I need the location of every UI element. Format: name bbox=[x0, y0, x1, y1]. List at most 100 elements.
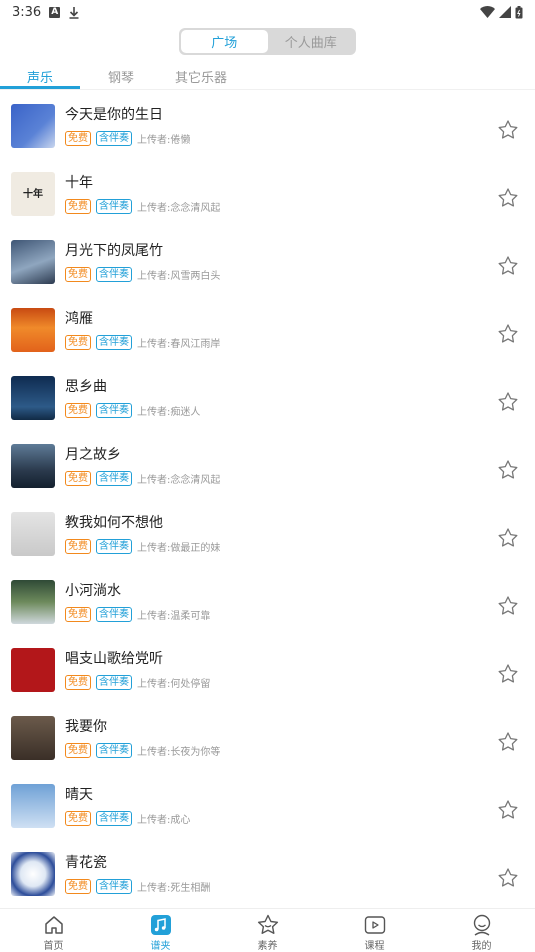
nav-music-folder-label: 谱夹 bbox=[150, 941, 171, 952]
song-title: 唱支山歌给党听 bbox=[65, 651, 163, 667]
song-title: 鸿雁 bbox=[65, 311, 93, 327]
song-uploader: 上传者:死生相酬 bbox=[137, 883, 211, 894]
song-uploader: 上传者:风雪两白头 bbox=[137, 271, 221, 282]
course-play-icon bbox=[364, 916, 385, 934]
favorite-star-icon[interactable] bbox=[497, 255, 519, 277]
free-tag: 免费 bbox=[65, 607, 91, 622]
free-tag: 免费 bbox=[65, 675, 91, 690]
song-row[interactable]: 晴天免费 含伴奏 上传者:成心 bbox=[0, 776, 535, 844]
a-icon: A bbox=[49, 6, 61, 18]
song-row[interactable]: 月之故乡 免费 含伴奏 上传者:念念清风起 bbox=[0, 436, 535, 504]
favorite-star-icon[interactable] bbox=[497, 527, 519, 549]
song-row[interactable]: 十年 十年 免费 含伴奏 上传者:念念清风起 bbox=[0, 164, 535, 232]
song-uploader: 上传者:做最正的妹 bbox=[137, 543, 221, 554]
song-tags: 免费 含伴奏 上传者:长夜为你等 bbox=[65, 743, 220, 758]
song-uploader: 上传者:念念清风起 bbox=[137, 203, 221, 214]
accompaniment-tag: 含伴奏 bbox=[96, 811, 132, 826]
song-cover-image bbox=[11, 512, 55, 556]
song-row[interactable]: 今天是你的生日 免费 含伴奏 上传者:倦懒 bbox=[0, 96, 535, 164]
free-tag: 免费 bbox=[65, 471, 91, 486]
song-row[interactable]: 思乡曲 免费 含伴奏 上传者:痴迷人 bbox=[0, 368, 535, 436]
song-title: 小河淌水 bbox=[65, 583, 121, 599]
song-cover-image bbox=[11, 716, 55, 760]
nav-literacy-label: 素养 bbox=[257, 941, 278, 952]
song-row[interactable]: 教我如何不想他 免费 含伴奏 上传者:做最正的妹 bbox=[0, 504, 535, 572]
song-row[interactable]: 青花瓷 免费 含伴奏 上传者:死生相酬 bbox=[0, 844, 535, 912]
accompaniment-tag: 含伴奏 bbox=[96, 675, 132, 690]
song-title: 晴天 bbox=[65, 787, 93, 803]
favorite-star-icon[interactable] bbox=[497, 459, 519, 481]
home-icon bbox=[44, 916, 63, 934]
favorite-star-icon[interactable] bbox=[497, 187, 519, 209]
favorite-star-icon[interactable] bbox=[497, 663, 519, 685]
accompaniment-tag: 含伴奏 bbox=[96, 403, 132, 418]
accompaniment-tag: 含伴奏 bbox=[96, 199, 132, 214]
status-bar: 3:36 A bbox=[0, 0, 535, 24]
nav-course[interactable]: 课程 bbox=[321, 909, 428, 952]
song-tags: 免费 含伴奏 上传者:念念清风起 bbox=[65, 199, 220, 214]
song-tags: 免费 含伴奏 上传者:痴迷人 bbox=[65, 403, 200, 418]
nav-home[interactable]: 首页 bbox=[0, 909, 107, 952]
favorite-star-icon[interactable] bbox=[497, 391, 519, 413]
segment-square[interactable]: 广场 bbox=[181, 30, 268, 53]
song-title: 月光下的凤尾竹 bbox=[65, 243, 163, 259]
nav-home-label: 首页 bbox=[43, 941, 64, 952]
song-row[interactable]: 鸿雁免费 含伴奏 上传者:春风江雨岸 bbox=[0, 300, 535, 368]
song-cover-image bbox=[11, 240, 55, 284]
song-cover-image: 十年 bbox=[11, 172, 55, 216]
download-icon bbox=[69, 6, 79, 19]
nav-literacy[interactable]: 素养 bbox=[214, 909, 321, 952]
nav-music-folder[interactable]: 谱夹 bbox=[107, 909, 214, 952]
free-tag: 免费 bbox=[65, 811, 91, 826]
song-uploader: 上传者:长夜为你等 bbox=[137, 747, 221, 758]
accompaniment-tag: 含伴奏 bbox=[96, 743, 132, 758]
song-uploader: 上传者:温柔可靠 bbox=[137, 611, 211, 622]
song-row[interactable]: 月光下的凤尾竹 免费 含伴奏 上传者:风雪两白头 bbox=[0, 232, 535, 300]
song-cover-image bbox=[11, 444, 55, 488]
favorite-star-icon[interactable] bbox=[497, 731, 519, 753]
song-cover-image bbox=[11, 308, 55, 352]
signal-icon bbox=[499, 6, 511, 18]
accompaniment-tag: 含伴奏 bbox=[96, 879, 132, 894]
free-tag: 免费 bbox=[65, 879, 91, 894]
song-tags: 免费 含伴奏 上传者:成心 bbox=[65, 811, 190, 826]
music-folder-icon bbox=[150, 915, 171, 935]
song-row[interactable]: 我要你免费 含伴奏 上传者:长夜为你等 bbox=[0, 708, 535, 776]
song-row[interactable]: 小河淌水免费 含伴奏 上传者:温柔可靠 bbox=[0, 572, 535, 640]
profile-icon bbox=[473, 914, 490, 936]
free-tag: 免费 bbox=[65, 131, 91, 146]
favorite-star-icon[interactable] bbox=[497, 119, 519, 141]
free-tag: 免费 bbox=[65, 335, 91, 350]
song-tags: 免费 含伴奏 上传者:念念清风起 bbox=[65, 471, 220, 486]
accompaniment-tag: 含伴奏 bbox=[96, 539, 132, 554]
favorite-star-icon[interactable] bbox=[497, 867, 519, 889]
accompaniment-tag: 含伴奏 bbox=[96, 607, 132, 622]
free-tag: 免费 bbox=[65, 267, 91, 282]
accompaniment-tag: 含伴奏 bbox=[96, 131, 132, 146]
favorite-star-icon[interactable] bbox=[497, 595, 519, 617]
favorite-star-icon[interactable] bbox=[497, 799, 519, 821]
song-row[interactable]: 唱支山歌给党听免费 含伴奏 上传者:何处停留 bbox=[0, 640, 535, 708]
square-library-switch: 广场 个人曲库 bbox=[179, 28, 356, 55]
wifi-icon bbox=[480, 6, 495, 18]
tabs-divider bbox=[0, 89, 535, 90]
song-tags: 免费 含伴奏 上传者:风雪两白头 bbox=[65, 267, 220, 282]
song-title: 教我如何不想他 bbox=[65, 515, 163, 531]
free-tag: 免费 bbox=[65, 199, 91, 214]
song-uploader: 上传者:倦懒 bbox=[137, 135, 191, 146]
accompaniment-tag: 含伴奏 bbox=[96, 267, 132, 282]
song-title: 十年 bbox=[65, 175, 93, 191]
battery-icon bbox=[515, 5, 523, 18]
song-tags: 免费 含伴奏 上传者:何处停留 bbox=[65, 675, 210, 690]
song-tags: 免费 含伴奏 上传者:死生相酬 bbox=[65, 879, 210, 894]
tab-piano[interactable]: 钢琴 bbox=[95, 62, 147, 90]
song-uploader: 上传者:成心 bbox=[137, 815, 191, 826]
nav-course-label: 课程 bbox=[364, 941, 385, 952]
nav-profile[interactable]: 我的 bbox=[428, 909, 535, 952]
song-tags: 免费 含伴奏 上传者:春风江雨岸 bbox=[65, 335, 220, 350]
segment-personal-library[interactable]: 个人曲库 bbox=[268, 30, 355, 53]
song-title: 我要你 bbox=[65, 719, 107, 735]
favorite-star-icon[interactable] bbox=[497, 323, 519, 345]
tab-other-instruments[interactable]: 其它乐器 bbox=[165, 62, 237, 90]
bottom-nav: 首页 谱夹 素养 课程 我的 bbox=[0, 908, 535, 952]
